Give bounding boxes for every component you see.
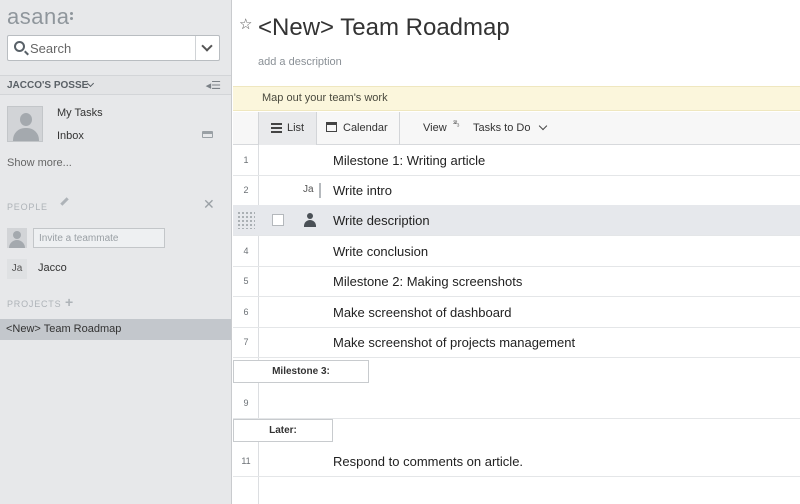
row-number: 11: [241, 456, 251, 466]
assignee-initials[interactable]: Ja: [303, 184, 314, 195]
list-icon: [271, 123, 282, 133]
task-row[interactable]: 4 Write conclusion: [233, 236, 800, 267]
row-number: 4: [243, 246, 249, 256]
row-number: 6: [243, 307, 249, 317]
sort-icon: ³²₃: [453, 119, 460, 128]
view-label: View: [423, 122, 447, 134]
asana-logo[interactable]: asana: [7, 4, 74, 29]
workspace-switcher[interactable]: JACCO'S POSSE ◂☰: [0, 75, 231, 95]
search-input[interactable]: [30, 38, 190, 58]
people-section-label: PEOPLE: [7, 202, 48, 212]
drag-handle-icon[interactable]: [237, 211, 255, 229]
tab-calendar[interactable]: Calendar: [318, 112, 400, 145]
task-title[interactable]: Make screenshot of dashboard: [333, 305, 512, 320]
task-row[interactable]: 1 Milestone 1: Writing article: [233, 145, 800, 176]
task-title[interactable]: Milestone 2: Making screenshots: [333, 274, 522, 289]
task-row[interactable]: 5 Milestone 2: Making screenshots: [233, 266, 800, 297]
task-row-selected[interactable]: Write description: [233, 205, 800, 236]
task-list: 1 Milestone 1: Writing article 2 Ja Writ…: [233, 145, 800, 504]
show-more-link[interactable]: Show more...: [7, 157, 72, 169]
row-number: 9: [243, 398, 249, 408]
view-toolbar: List Calendar View ³²₃ Tasks to Do: [233, 112, 800, 145]
member-avatar[interactable]: Ja: [7, 259, 27, 279]
section-header[interactable]: Milestone 3:: [233, 360, 369, 383]
section-title: Later:: [269, 425, 297, 436]
row-number: 7: [243, 337, 249, 347]
info-banner: Map out your team's work: [233, 86, 800, 111]
task-title[interactable]: Write intro: [333, 183, 392, 198]
task-row[interactable]: 7 Make screenshot of projects management: [233, 327, 800, 358]
close-icon[interactable]: ✕: [203, 197, 215, 211]
view-filter-dropdown[interactable]: View ³²₃ Tasks to Do: [423, 112, 553, 145]
view-value: Tasks to Do: [473, 122, 531, 134]
main-pane: ☆ <New> Team Roadmap add a description M…: [233, 0, 800, 504]
task-title[interactable]: Write description: [333, 213, 430, 228]
user-avatar[interactable]: [7, 106, 43, 142]
my-tasks-link[interactable]: My Tasks: [57, 107, 103, 119]
task-title[interactable]: Make screenshot of projects management: [333, 335, 575, 350]
projects-section-label: PROJECTS: [7, 299, 62, 309]
inbox-icon[interactable]: [202, 131, 213, 138]
project-item-team-roadmap[interactable]: <New> Team Roadmap: [0, 319, 231, 340]
task-title[interactable]: Milestone 1: Writing article: [333, 153, 485, 168]
sidebar: asana JACCO'S POSSE ◂☰ My Tasks Inbox Sh…: [0, 0, 232, 504]
row-number: 2: [243, 185, 249, 195]
section-title: Milestone 3:: [272, 366, 330, 377]
pencil-icon[interactable]: [60, 197, 69, 206]
logo-text: asana: [7, 4, 70, 29]
star-icon[interactable]: ☆: [239, 15, 252, 33]
project-description[interactable]: add a description: [258, 56, 342, 68]
task-title[interactable]: Write conclusion: [333, 244, 428, 259]
tab-list[interactable]: List: [258, 112, 317, 145]
tab-calendar-label: Calendar: [343, 122, 388, 134]
search-dropdown-button[interactable]: [195, 36, 219, 60]
task-row[interactable]: 6 Make screenshot of dashboard: [233, 297, 800, 328]
row-number: 5: [243, 276, 249, 286]
workspace-name: JACCO'S POSSE: [7, 80, 89, 91]
search-icon: [14, 41, 25, 52]
add-project-icon[interactable]: +: [65, 295, 73, 309]
invite-avatar: [7, 228, 27, 248]
row-number: 1: [243, 155, 249, 165]
task-row[interactable]: 2 Ja Write intro: [233, 175, 800, 206]
logo-dots-icon: [70, 12, 74, 22]
invite-teammate-input[interactable]: [33, 228, 165, 248]
project-item-label: <New> Team Roadmap: [6, 323, 122, 335]
banner-text: Map out your team's work: [262, 92, 388, 104]
task-row[interactable]: 11 Respond to comments on article.: [233, 446, 800, 477]
section-header[interactable]: Later:: [233, 419, 333, 442]
task-title[interactable]: Respond to comments on article.: [333, 454, 523, 469]
task-checkbox[interactable]: [272, 214, 284, 226]
project-title[interactable]: <New> Team Roadmap: [258, 14, 510, 42]
collapse-sidebar-icon[interactable]: ◂☰: [206, 79, 221, 92]
drag-bar-icon: [319, 183, 321, 198]
person-icon[interactable]: [304, 213, 316, 227]
task-row[interactable]: 9: [233, 388, 800, 419]
member-name[interactable]: Jacco: [38, 262, 67, 274]
tab-list-label: List: [287, 122, 305, 134]
chevron-down-icon: [538, 121, 548, 131]
inbox-link[interactable]: Inbox: [57, 130, 84, 142]
search-box[interactable]: [7, 35, 220, 61]
calendar-icon: [326, 122, 337, 132]
